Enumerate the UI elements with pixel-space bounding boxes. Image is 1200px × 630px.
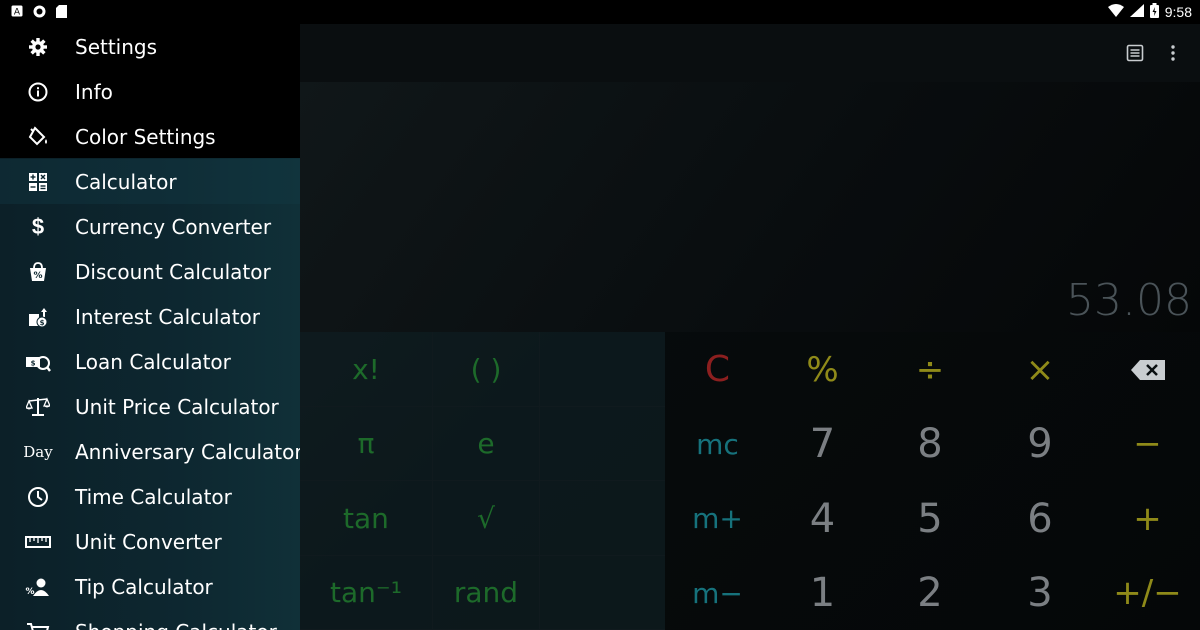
drawer-item-tip-calculator[interactable]: % Tip Calculator (0, 564, 300, 609)
drawer-item-label: Settings (75, 34, 158, 59)
drawer-item-label: Anniversary Calculator (75, 439, 300, 464)
drawer-item-label: Time Calculator (75, 484, 232, 509)
signal-icon (1129, 4, 1144, 20)
key-e[interactable]: e (433, 407, 540, 481)
key-divide[interactable]: ÷ (875, 332, 985, 407)
svg-text:$: $ (31, 359, 36, 367)
key-8[interactable]: 8 (875, 407, 985, 481)
key-7[interactable]: 7 (770, 407, 875, 481)
key-4[interactable]: 4 (770, 481, 875, 556)
drawer-item-unit-converter[interactable]: Unit Converter (0, 519, 300, 564)
drawer-item-anniversary-calculator[interactable]: Day Anniversary Calculator (0, 429, 300, 474)
status-time: 9:58 (1164, 4, 1192, 20)
key-memory-subtract[interactable]: m− (665, 556, 770, 630)
info-icon (24, 78, 52, 106)
drawer-item-settings[interactable]: Settings (0, 24, 300, 69)
key-clear[interactable]: C (665, 332, 770, 407)
drawer-item-shopping-calculator[interactable]: Shopping Calculator (0, 609, 300, 630)
key-multiply[interactable]: × (985, 332, 1095, 407)
key-memory-add[interactable]: m+ (665, 481, 770, 556)
more-vert-icon[interactable] (1162, 42, 1184, 64)
drawer-item-label: Info (75, 79, 113, 104)
key-memory-clear[interactable]: mc (665, 407, 770, 481)
key-9[interactable]: 9 (985, 407, 1095, 481)
sci-blank-cell (540, 556, 665, 630)
calculator-icon (24, 168, 52, 196)
paint-bucket-icon (24, 123, 52, 151)
result-value: 53.08 (1066, 275, 1192, 326)
key-6[interactable]: 6 (985, 481, 1095, 556)
status-bar: A 9:58 (0, 0, 1200, 24)
key-rand[interactable]: rand (433, 556, 540, 630)
drawer-item-label: Calculator (75, 169, 177, 194)
key-parentheses[interactable]: ( ) (433, 332, 540, 407)
drawer-item-label: Currency Converter (75, 214, 272, 239)
key-factorial[interactable]: x! (300, 332, 433, 407)
key-5[interactable]: 5 (875, 481, 985, 556)
key-pi[interactable]: π (300, 407, 433, 481)
svg-text:$: $ (40, 319, 45, 327)
sd-card-icon (54, 4, 68, 18)
sci-blank-cell (540, 407, 665, 481)
drawer-item-interest-calculator[interactable]: $ Interest Calculator (0, 294, 300, 339)
tip-icon: % (24, 573, 52, 601)
key-plus[interactable]: + (1095, 481, 1200, 556)
discount-bag-icon: % (24, 258, 52, 286)
calculator-display: 53.08 (300, 82, 1200, 332)
drawer-item-label: Interest Calculator (75, 304, 260, 329)
dollar-icon: $ (31, 213, 45, 239)
loan-icon: $ (24, 348, 52, 376)
drawer-item-currency-converter[interactable]: $ Currency Converter (0, 204, 300, 249)
day-text-icon: Day (23, 442, 53, 461)
drawer-item-label: Discount Calculator (75, 259, 271, 284)
key-percent[interactable]: % (770, 332, 875, 407)
key-minus[interactable]: − (1095, 407, 1200, 481)
drawer-item-calculator[interactable]: Calculator (0, 159, 300, 204)
a-notification-icon: A (10, 4, 24, 18)
drawer-item-label: Unit Converter (75, 529, 222, 554)
keypad: x! ( ) C % ÷ × π e mc 7 8 9 − tan √ m+ 4… (300, 332, 1200, 630)
drawer-item-loan-calculator[interactable]: $ Loan Calculator (0, 339, 300, 384)
battery-icon (1149, 3, 1159, 21)
sci-blank-cell (540, 481, 665, 556)
key-2[interactable]: 2 (875, 556, 985, 630)
calculator-main: 53.08 x! ( ) C % ÷ × π e mc 7 8 9 − tan … (300, 24, 1200, 630)
cart-icon (24, 618, 52, 630)
history-icon[interactable] (1124, 42, 1146, 64)
drawer-item-label: Tip Calculator (75, 574, 213, 599)
drawer-item-time-calculator[interactable]: Time Calculator (0, 474, 300, 519)
sci-blank-cell (540, 332, 665, 407)
interest-icon: $ (24, 303, 52, 331)
drawer-item-unit-price-calculator[interactable]: Unit Price Calculator (0, 384, 300, 429)
key-plus-minus[interactable]: +/− (1095, 556, 1200, 630)
key-arctan[interactable]: tan⁻¹ (300, 556, 433, 630)
key-1[interactable]: 1 (770, 556, 875, 630)
circle-notification-icon (32, 4, 46, 18)
svg-text:%: % (25, 587, 34, 597)
scale-icon (24, 393, 52, 421)
toolbar (300, 24, 1200, 82)
key-sqrt[interactable]: √ (433, 481, 540, 556)
navigation-drawer: Settings Info Color Settings Calculator … (0, 24, 300, 630)
drawer-item-label: Shopping Calculator (75, 620, 277, 630)
gear-icon (24, 33, 52, 61)
key-3[interactable]: 3 (985, 556, 1095, 630)
wifi-icon (1107, 4, 1124, 20)
drawer-item-info[interactable]: Info (0, 69, 300, 114)
drawer-item-color-settings[interactable]: Color Settings (0, 114, 300, 159)
key-backspace[interactable] (1095, 332, 1200, 407)
key-tan[interactable]: tan (300, 481, 433, 556)
clock-icon (24, 483, 52, 511)
drawer-item-label: Loan Calculator (75, 349, 231, 374)
svg-text:A: A (14, 8, 21, 18)
drawer-item-label: Unit Price Calculator (75, 394, 279, 419)
drawer-item-discount-calculator[interactable]: % Discount Calculator (0, 249, 300, 294)
drawer-item-label: Color Settings (75, 124, 216, 149)
ruler-icon (24, 528, 52, 556)
svg-text:%: % (33, 271, 42, 281)
backspace-icon (1130, 359, 1165, 380)
